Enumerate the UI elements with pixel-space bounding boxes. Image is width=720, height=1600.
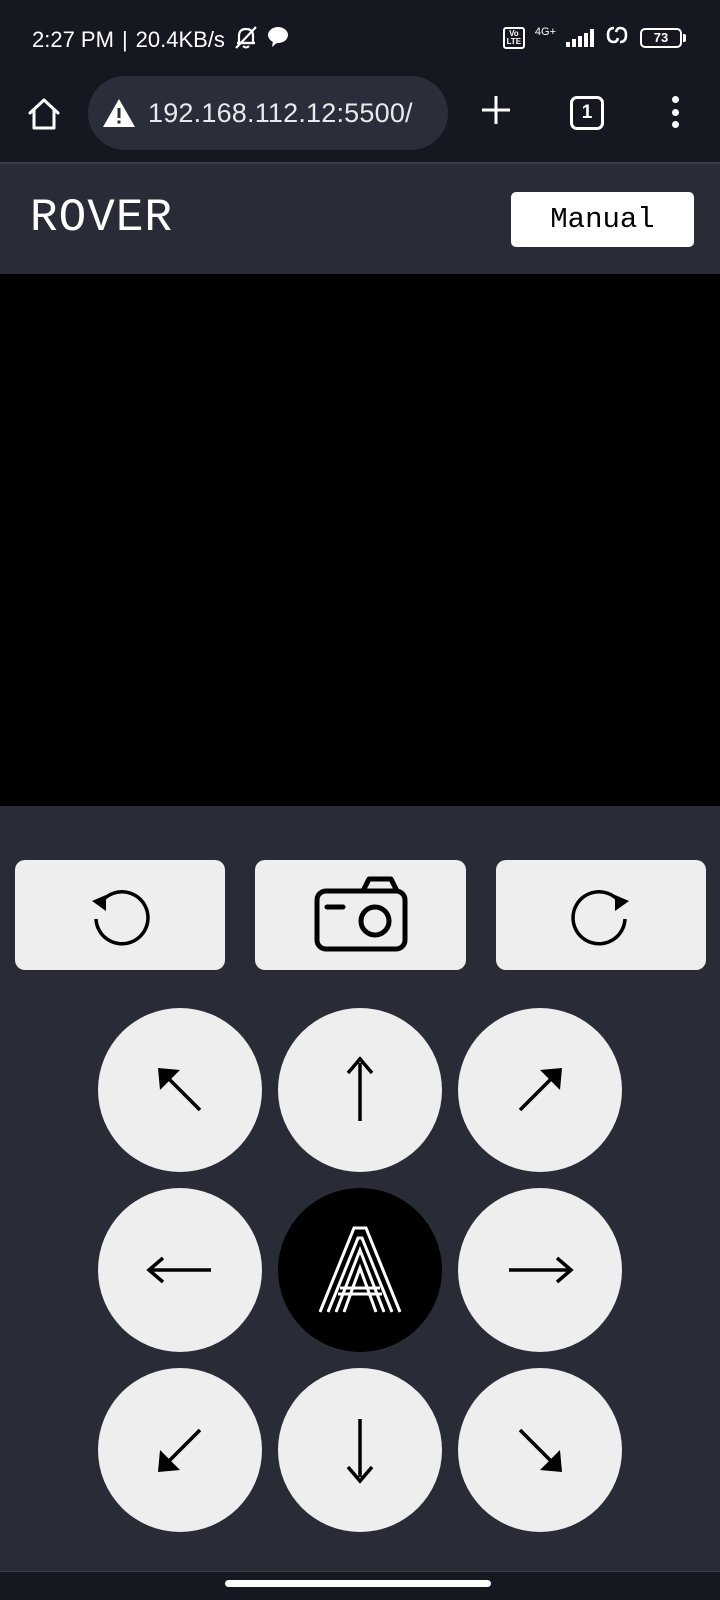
volte-badge: Vo LTE bbox=[502, 26, 525, 49]
camera-icon bbox=[314, 876, 407, 952]
rotate-cw-icon bbox=[571, 890, 629, 946]
move-forward-button[interactable] bbox=[278, 1008, 442, 1172]
app-title: ROVER bbox=[30, 192, 174, 244]
status-time: 2:27 PM bbox=[32, 27, 114, 52]
arrow-down-icon bbox=[346, 1419, 374, 1484]
warning-icon[interactable] bbox=[102, 96, 136, 130]
move-right-button[interactable] bbox=[458, 1188, 622, 1352]
move-up-left-button[interactable] bbox=[98, 1008, 262, 1172]
rotate-ccw-icon bbox=[92, 890, 150, 946]
chat-bubble-icon bbox=[267, 26, 289, 54]
hotspot-link-icon bbox=[604, 24, 630, 51]
arrow-left-icon bbox=[146, 1256, 211, 1284]
battery-icon: 73 bbox=[640, 27, 686, 48]
browser-toolbar: 192.168.112.12:5500/ 1 bbox=[0, 74, 720, 164]
signal-icon bbox=[566, 28, 594, 47]
status-bar: 2:27 PM | 20.4KB/s Vo LTE 4G+ 73 bbox=[0, 0, 720, 74]
more-vert-icon[interactable] bbox=[660, 92, 690, 132]
tab-count-button[interactable]: 1 bbox=[570, 96, 604, 130]
move-left-button[interactable] bbox=[98, 1188, 262, 1352]
status-right: Vo LTE 4G+ 73 bbox=[502, 24, 686, 51]
home-icon[interactable] bbox=[24, 94, 64, 134]
bell-off-icon bbox=[233, 24, 259, 56]
auto-mode-logo-button[interactable] bbox=[278, 1188, 442, 1352]
status-left: 2:27 PM | 20.4KB/s bbox=[32, 24, 289, 56]
network-type: 4G+ bbox=[534, 25, 556, 38]
mode-toggle-button[interactable]: Manual bbox=[511, 192, 694, 247]
rotate-right-button[interactable] bbox=[496, 860, 706, 970]
arrow-up-left-icon bbox=[158, 1068, 202, 1112]
capture-photo-button[interactable] bbox=[255, 860, 466, 970]
status-separator: | bbox=[121, 27, 128, 52]
status-speed: 20.4KB/s bbox=[135, 27, 225, 52]
move-up-right-button[interactable] bbox=[458, 1008, 622, 1172]
arrow-down-left-icon bbox=[158, 1428, 202, 1472]
arrow-down-right-icon bbox=[518, 1428, 562, 1472]
app-header: ROVER Manual bbox=[0, 166, 720, 274]
arrow-up-icon bbox=[346, 1056, 374, 1121]
url-text[interactable]: 192.168.112.12:5500/ bbox=[148, 98, 413, 129]
arrow-right-icon bbox=[509, 1256, 574, 1284]
rover-a-logo-icon bbox=[318, 1226, 402, 1313]
plus-icon[interactable] bbox=[476, 90, 516, 130]
move-down-right-button[interactable] bbox=[458, 1368, 622, 1532]
camera-feed bbox=[0, 274, 720, 806]
move-down-left-button[interactable] bbox=[98, 1368, 262, 1532]
rotate-left-button[interactable] bbox=[15, 860, 225, 970]
battery-level: 73 bbox=[640, 27, 682, 48]
address-bar[interactable]: 192.168.112.12:5500/ bbox=[88, 76, 448, 150]
arrow-up-right-icon bbox=[518, 1068, 562, 1112]
move-backward-button[interactable] bbox=[278, 1368, 442, 1532]
gesture-home-indicator[interactable] bbox=[225, 1580, 491, 1587]
